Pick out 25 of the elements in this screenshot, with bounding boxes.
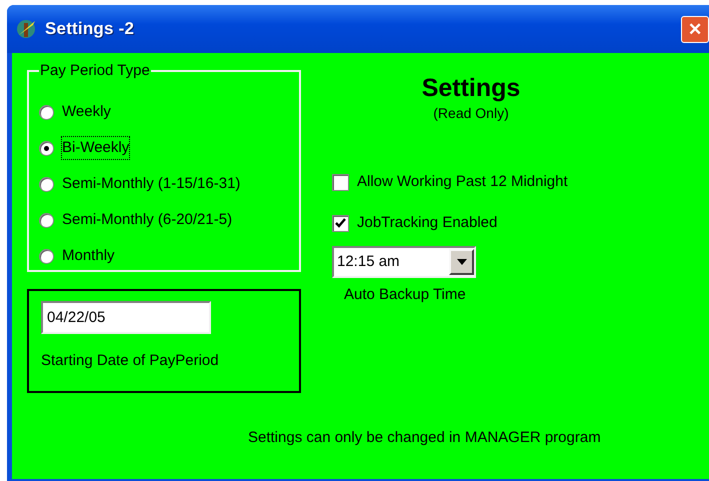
radio-button[interactable] [39, 104, 54, 120]
checkbox[interactable] [332, 214, 349, 232]
checkbox[interactable] [332, 174, 349, 190]
group-label: Pay Period Type [39, 61, 151, 81]
heading: Settings [420, 73, 522, 103]
date-label: Starting Date of PayPeriod [41, 351, 220, 371]
radio-label[interactable]: Monthly [62, 244, 115, 268]
radio-button[interactable] [39, 140, 54, 156]
checkbox-label[interactable]: Allow Working Past 12 Midnight [357, 170, 568, 194]
backup-time-label: Auto Backup Time [344, 285, 467, 305]
radio-label[interactable]: Semi-Monthly (6-20/21-5) [62, 208, 232, 232]
radio-label[interactable]: Bi-Weekly [62, 136, 130, 160]
radio-button[interactable] [39, 176, 54, 192]
time-dropdown[interactable]: 12:15 am [332, 246, 476, 278]
date-field[interactable]: 04/22/05 [41, 301, 211, 334]
radio-label[interactable]: Weekly [62, 100, 111, 124]
subheading: (Read Only) [432, 104, 510, 123]
window-title: Settings -2 [45, 18, 134, 40]
radio-button[interactable] [39, 212, 54, 228]
checkbox-label[interactable]: JobTracking Enabled [357, 212, 498, 234]
radio-label[interactable]: Semi-Monthly (1-15/16-31) [62, 172, 240, 196]
close-button[interactable]: ✕ [681, 16, 709, 42]
footer-note: Settings can only be changed in MANAGER program [248, 428, 601, 448]
radio-button[interactable] [39, 248, 54, 264]
dropdown-value: 12:15 am [337, 252, 400, 272]
